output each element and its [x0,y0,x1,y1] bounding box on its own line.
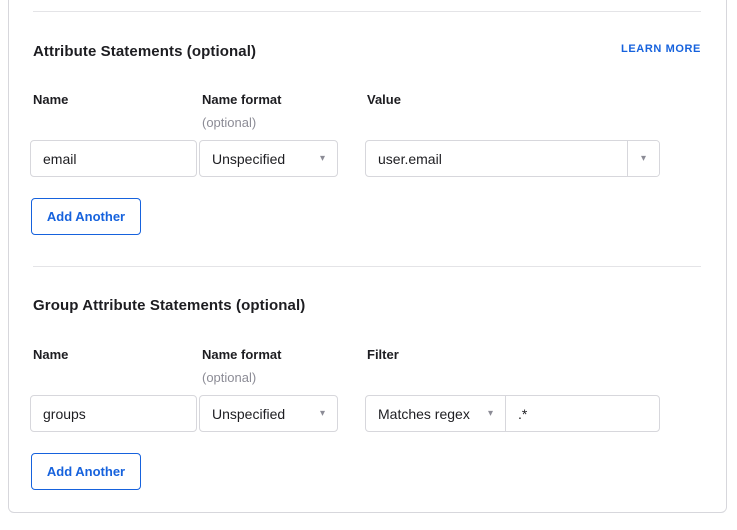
group-add-another-button[interactable]: Add Another [31,453,141,490]
saml-settings-page: Attribute Statements (optional) LEARN MO… [0,0,737,530]
attr-name-column-label: Name [33,92,68,107]
attribute-statements-title: Attribute Statements (optional) [33,43,256,60]
group-name-format-optional-note: (optional) [202,370,256,385]
group-filter-type-select[interactable]: Matches regex ▾ [366,396,506,431]
section-divider-top [33,11,701,12]
group-filter-combo: Matches regex ▾ [365,395,660,432]
attr-add-another-button[interactable]: Add Another [31,198,141,235]
attr-name-input[interactable] [30,140,197,177]
group-name-format-select[interactable]: Unspecified ▾ [199,395,338,432]
chevron-down-icon: ▾ [488,409,493,419]
group-name-format-column-label: Name format [202,347,281,362]
group-name-format-selected-value: Unspecified [212,406,285,422]
attr-value-dropdown-toggle[interactable]: ▾ [627,141,659,176]
group-name-input[interactable] [30,395,197,432]
group-attribute-statements-title: Group Attribute Statements (optional) [33,297,305,314]
attr-name-format-column-label: Name format [202,92,281,107]
group-filter-value-input[interactable] [506,396,659,431]
settings-card [8,0,727,513]
attr-name-format-optional-note: (optional) [202,115,256,130]
attr-name-format-selected-value: Unspecified [212,151,285,167]
group-filter-type-selected-value: Matches regex [378,406,470,422]
attr-value-input[interactable] [366,141,627,176]
group-filter-column-label: Filter [367,347,399,362]
chevron-down-icon: ▾ [320,154,325,164]
attr-value-combo: ▾ [365,140,660,177]
chevron-down-icon: ▾ [320,409,325,419]
attr-value-column-label: Value [367,92,401,107]
learn-more-link[interactable]: LEARN MORE [621,43,701,55]
group-name-column-label: Name [33,347,68,362]
attr-name-format-select[interactable]: Unspecified ▾ [199,140,338,177]
chevron-down-icon: ▾ [641,154,646,164]
section-divider-middle [33,266,701,267]
